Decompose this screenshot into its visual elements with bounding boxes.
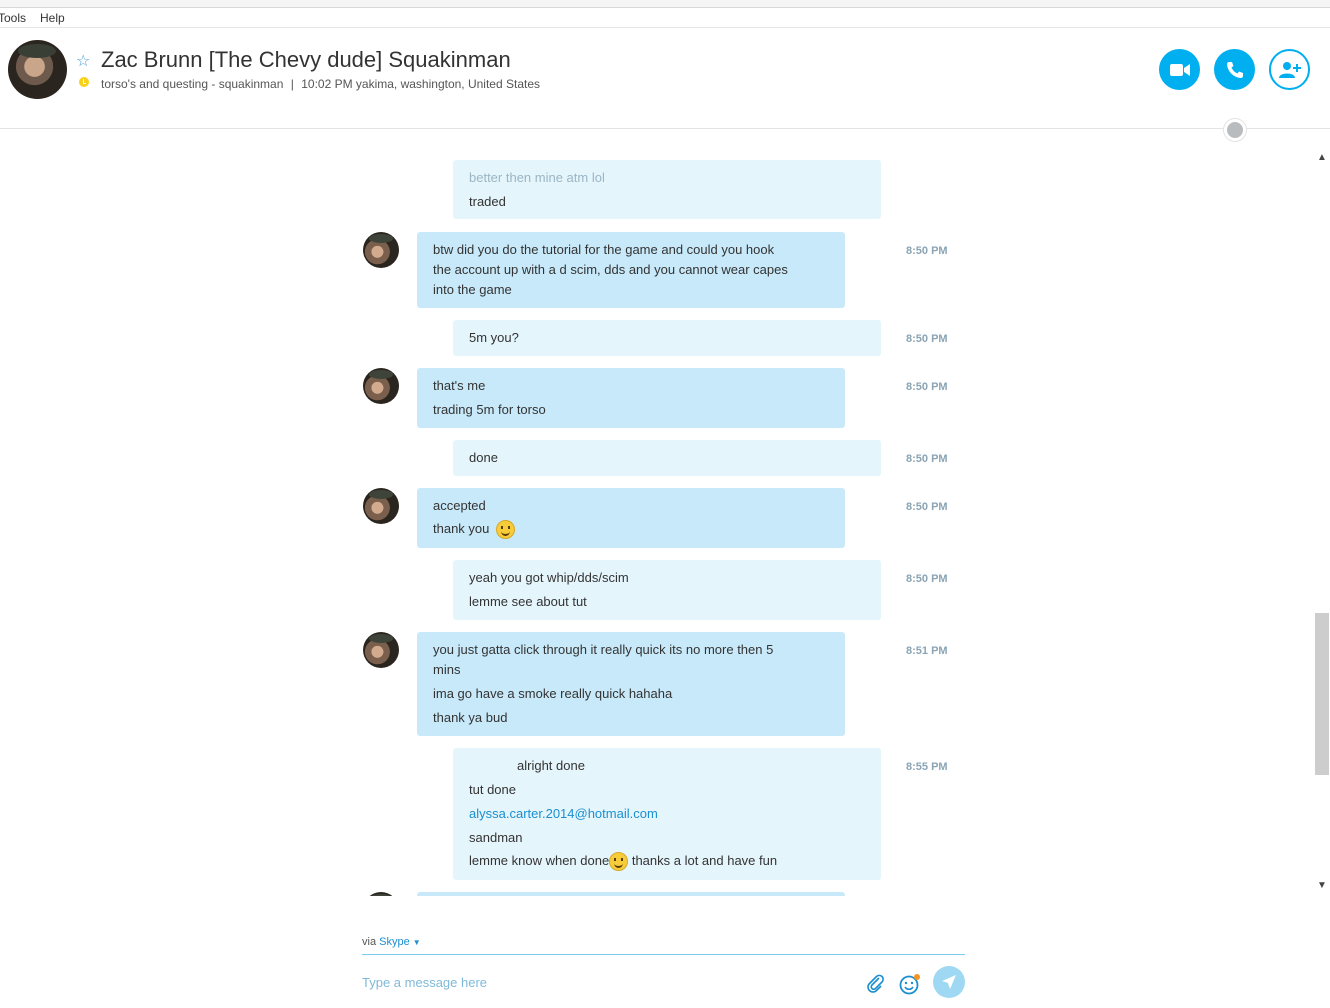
away-status-icon [79,77,89,87]
email-link[interactable]: alyssa.carter.2014@hotmail.com [469,806,658,821]
compose-area: via Skype ▼ [0,896,1330,1008]
message-line: you just gatta click through it really q… [433,642,774,657]
video-call-icon [1169,63,1190,76]
message-bubble-outgoing[interactable]: 5m you? [453,320,881,356]
message-line: done [469,450,498,465]
add-people-icon [1278,61,1301,78]
menu-bar: Tools Help [0,0,1330,28]
separator: | [290,77,294,91]
audio-call-icon [1226,61,1243,78]
message-line: lemme see about tut [469,594,587,609]
sender-avatar[interactable] [363,632,399,668]
service-name[interactable]: Skype [379,936,410,948]
message-line-with-emoticon: lemme know when done thanks a lot and ha… [469,852,777,871]
message-line: yeah you got whip/dds/scim [469,570,629,585]
message-line: sandman [469,830,523,845]
message-line: trading 5m for torso [433,402,546,417]
send-button[interactable] [933,966,965,998]
message-bubble-incoming[interactable]: accepted thank you [417,488,845,548]
contact-avatar[interactable] [8,40,67,99]
message-text: lemme know when done [469,852,610,868]
star-icon[interactable]: ☆ [76,51,90,71]
message-line: 5m you? [469,330,519,345]
message-line: mins [433,662,461,677]
scroll-thumb[interactable] [1315,613,1329,775]
message-line: thank ya bud [433,710,508,725]
sender-avatar[interactable] [363,232,399,268]
conversation-pane[interactable]: Yesterday better then mine atm lol trade… [0,150,1314,896]
message-time: 8:50 PM [906,453,948,465]
message-line: into the game [433,282,512,297]
scroll-down-arrow-icon[interactable]: ▼ [1317,880,1327,891]
message-line: accepted [433,498,486,513]
message-line-with-emoticon: thank you [433,520,515,539]
message-bubble-incoming[interactable]: you just gatta click through it really q… [417,632,845,736]
message-input[interactable] [362,972,842,992]
chevron-down-icon[interactable]: ▼ [413,938,421,947]
menu-help[interactable]: Help [40,11,65,25]
mood-message: torso's and questing - squakinman [101,77,284,91]
audio-call-button[interactable] [1214,49,1255,90]
globe-icon[interactable] [1224,119,1246,141]
send-icon [942,975,956,989]
conversation-header: ☆ Zac Brunn [The Chevy dude] Squakinman … [0,29,1330,129]
attach-icon[interactable] [865,973,885,993]
compose-divider [362,954,965,955]
add-people-button[interactable] [1269,49,1310,90]
message-line: tut done [469,782,516,797]
message-time: 8:50 PM [906,573,948,585]
message-line: traded [469,194,506,209]
via-label: via [362,936,377,948]
message-bubble-outgoing[interactable]: done [453,440,881,476]
message-time: 8:50 PM [906,501,948,513]
message-line: that's me [433,378,486,393]
message-text: thanks a lot and have fun [631,852,778,868]
smile-emoticon-icon [609,852,629,871]
message-time: 8:50 PM [906,333,948,345]
message-text: thank you [433,520,490,536]
message-time: 8:51 PM [906,645,948,657]
conversation-scrollbar[interactable]: ▲ ▼ [1314,150,1330,896]
local-time: 10:02 PM yakima, washington, United Stat… [301,77,541,91]
mood-line: torso's and questing - squakinman | 10:0… [101,77,540,91]
scroll-up-arrow-icon[interactable]: ▲ [1317,152,1327,163]
smile-emoticon-icon [496,520,515,539]
video-call-button[interactable] [1159,49,1200,90]
sender-avatar[interactable] [363,368,399,404]
message-bubble-incoming[interactable]: btw did you do the tutorial for the game… [417,232,845,308]
via-selector[interactable]: via Skype ▼ [362,936,421,948]
message-bubble-incoming[interactable]: that's me trading 5m for torso [417,368,845,428]
contact-name[interactable]: Zac Brunn [The Chevy dude] Squakinman [101,47,511,73]
message-bubble-outgoing[interactable]: better then mine atm lol traded [453,160,881,219]
menu-tools[interactable]: Tools [0,11,26,25]
message-time: 8:50 PM [906,245,948,257]
message-line: btw did you do the tutorial for the game… [433,242,775,257]
message-line: ima go have a smoke really quick hahaha [433,686,673,701]
message-bubble-outgoing[interactable]: yeah you got whip/dds/scim lemme see abo… [453,560,881,620]
message-time: 8:50 PM [906,381,948,393]
message-line: alright done [517,758,585,773]
emoticon-icon[interactable] [899,973,921,995]
message-time: 8:55 PM [906,761,948,773]
window-title-strip [0,0,1330,8]
sender-avatar[interactable] [363,488,399,524]
message-bubble-outgoing[interactable]: alright done tut done alyssa.carter.2014… [453,748,881,880]
message-line: the account up with a d scim, dds and yo… [433,262,788,277]
message-line: better then mine atm lol [469,170,605,185]
